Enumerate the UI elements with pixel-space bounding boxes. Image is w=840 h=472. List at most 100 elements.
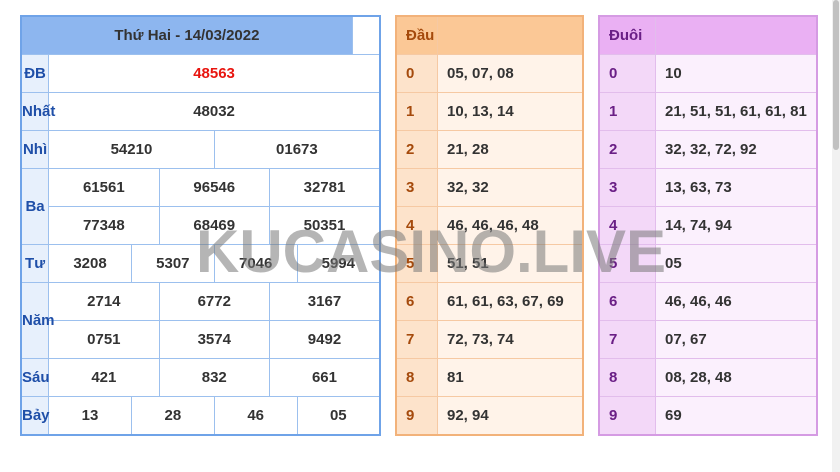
dau-key: 0 — [395, 54, 438, 93]
duoi-row: 4 14, 74, 94 — [598, 206, 818, 245]
prize-value-nam-3: 3167 — [268, 282, 381, 321]
duoi-value: 07, 67 — [655, 320, 818, 359]
duoi-value: 14, 74, 94 — [655, 206, 818, 245]
duoi-row: 1 21, 51, 51, 61, 61, 81 — [598, 92, 818, 131]
prize-value-tu-4: 5994 — [296, 244, 381, 283]
dau-value: 21, 28 — [437, 130, 584, 169]
dau-row: 6 61, 61, 63, 67, 69 — [395, 282, 584, 321]
duoi-header-blank — [655, 15, 818, 55]
prize-row-db: ĐB 48563 — [20, 54, 381, 93]
duoi-row: 8 08, 28, 48 — [598, 358, 818, 397]
dau-table: Đầu 0 05, 07, 08 1 10, 13, 14 2 21, 28 3 32,… — [395, 15, 584, 436]
prize-value-ba-2: 96546 — [158, 168, 270, 207]
dau-row: 1 10, 13, 14 — [395, 92, 584, 131]
vertical-scrollbar[interactable] — [832, 0, 840, 472]
prize-value-tu-3: 7046 — [213, 244, 298, 283]
dau-key: 2 — [395, 130, 438, 169]
prize-row-nhi: Nhì 54210 01673 — [20, 130, 381, 169]
prize-value-sau-1: 421 — [48, 358, 160, 397]
prize-value-tu-2: 5307 — [130, 244, 215, 283]
prize-row-ba-1: Ba 61561 96546 32781 — [20, 168, 381, 245]
dau-key: 7 — [395, 320, 438, 359]
dau-key: 8 — [395, 358, 438, 397]
duoi-key: 2 — [598, 130, 656, 169]
prize-value-ba-4: 77348 — [48, 206, 160, 245]
dau-value: 72, 73, 74 — [437, 320, 584, 359]
dau-key: 4 — [395, 206, 438, 245]
dau-value: 51, 51 — [437, 244, 584, 283]
dau-row: 3 32, 32 — [395, 168, 584, 207]
prize-value-nhat: 48032 — [48, 92, 381, 131]
prize-row-tu: Tư 3208 5307 7046 5994 — [20, 244, 381, 283]
prize-value-nhi-2: 01673 — [213, 130, 381, 169]
duoi-key: 5 — [598, 244, 656, 283]
dau-header-blank — [437, 15, 584, 55]
prize-row-nam-1: Năm 2714 6772 3167 — [20, 282, 381, 359]
prize-value-bay-2: 28 — [130, 396, 215, 436]
dau-value: 81 — [437, 358, 584, 397]
prize-value-tu-1: 3208 — [48, 244, 132, 283]
results-title: Thứ Hai - 14/03/2022 — [20, 15, 353, 55]
prize-value-sau-2: 832 — [158, 358, 270, 397]
dau-row: 9 92, 94 — [395, 396, 584, 436]
prize-value-sau-3: 661 — [268, 358, 381, 397]
prize-value-nam-4: 0751 — [48, 320, 160, 359]
dau-value: 46, 46, 46, 48 — [437, 206, 584, 245]
prize-value-nam-6: 9492 — [268, 320, 381, 359]
results-table: Thứ Hai - 14/03/2022 ĐB 48563 Nhất 48032… — [20, 15, 381, 436]
duoi-value: 08, 28, 48 — [655, 358, 818, 397]
results-title-row: Thứ Hai - 14/03/2022 — [20, 15, 380, 55]
duoi-key: 7 — [598, 320, 656, 359]
duoi-value: 46, 46, 46 — [655, 282, 818, 321]
prize-value-nam-2: 6772 — [158, 282, 270, 321]
dau-value: 92, 94 — [437, 396, 584, 436]
prize-row-ba-2: 77348 68469 50351 — [21, 206, 381, 245]
dau-value: 61, 61, 63, 67, 69 — [437, 282, 584, 321]
duoi-row: 5 05 — [598, 244, 818, 283]
prize-label-tu: Tư — [20, 244, 50, 283]
duoi-row: 9 69 — [598, 396, 818, 436]
dau-key: 3 — [395, 168, 438, 207]
duoi-key: 0 — [598, 54, 656, 93]
prize-value-bay-3: 46 — [213, 396, 298, 436]
prize-value-ba-1: 61561 — [48, 168, 160, 207]
prize-value-ba-6: 50351 — [268, 206, 381, 245]
prize-row-sau: Sáu 421 832 661 — [20, 358, 381, 397]
dau-key: 9 — [395, 396, 438, 436]
prize-label-db: ĐB — [20, 54, 50, 93]
prize-label-nhat: Nhất — [20, 92, 55, 131]
duoi-header: Đuôi — [598, 15, 656, 55]
duoi-key: 3 — [598, 168, 656, 207]
prize-label-sau: Sáu — [20, 358, 50, 397]
duoi-value: 32, 32, 72, 92 — [655, 130, 818, 169]
duoi-key: 8 — [598, 358, 656, 397]
prize-label-nhi: Nhì — [20, 130, 50, 169]
duoi-value: 10 — [655, 54, 818, 93]
duoi-value: 13, 63, 73 — [655, 168, 818, 207]
prize-value-db: 48563 — [48, 54, 381, 93]
prize-label-bay: Bảy — [20, 396, 50, 436]
dau-value: 32, 32 — [437, 168, 584, 207]
dau-value: 05, 07, 08 — [437, 54, 584, 93]
dau-key: 6 — [395, 282, 438, 321]
duoi-row: 0 10 — [598, 54, 818, 93]
dau-key: 5 — [395, 244, 438, 283]
duoi-key: 1 — [598, 92, 656, 131]
prize-row-bay: Bảy 13 28 46 05 — [20, 396, 381, 436]
duoi-key: 4 — [598, 206, 656, 245]
duoi-value: 05 — [655, 244, 818, 283]
duoi-row: 6 46, 46, 46 — [598, 282, 818, 321]
dau-row: 2 21, 28 — [395, 130, 584, 169]
prize-value-ba-5: 68469 — [158, 206, 270, 245]
dau-value: 10, 13, 14 — [437, 92, 584, 131]
prize-label-nam: Năm — [20, 282, 55, 359]
prize-value-bay-4: 05 — [296, 396, 381, 436]
scrollbar-thumb[interactable] — [833, 0, 839, 150]
duoi-table: Đuôi 0 10 1 21, 51, 51, 61, 61, 81 2 32, 32… — [598, 15, 818, 436]
prize-value-bay-1: 13 — [48, 396, 132, 436]
duoi-key: 9 — [598, 396, 656, 436]
duoi-header-row: Đuôi — [598, 15, 818, 55]
dau-row: 5 51, 51 — [395, 244, 584, 283]
dau-header-row: Đầu — [395, 15, 584, 55]
prize-value-nhi-1: 54210 — [48, 130, 215, 169]
